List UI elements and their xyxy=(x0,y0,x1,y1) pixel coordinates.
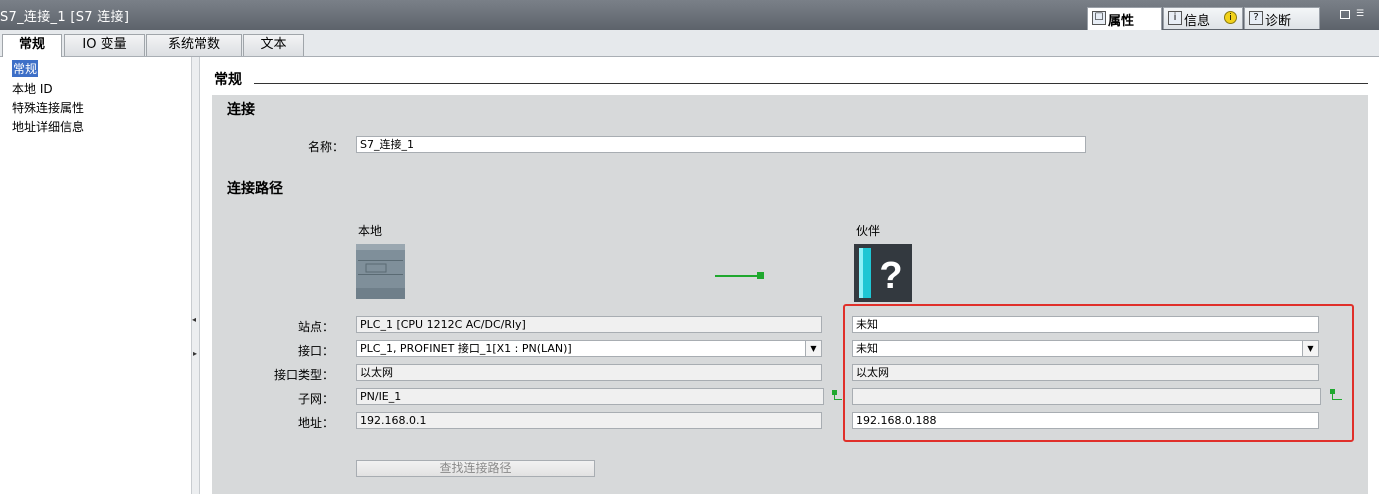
local-interface-type-field: 以太网 xyxy=(356,364,822,381)
tab-strip: 常规 IO 变量 系统常数 文本 xyxy=(0,30,1379,57)
subnet-link-icon xyxy=(832,389,842,400)
tab-system-constants[interactable]: 系统常数 xyxy=(146,34,242,56)
tab-texts[interactable]: 文本 xyxy=(243,34,304,56)
local-interface-select[interactable]: PLC_1, PROFINET 接口_1[X1 : PN(LAN)] ▼ xyxy=(356,340,822,357)
section-connection-title: 连接 xyxy=(227,102,255,118)
page-title: 常规 xyxy=(214,72,242,88)
partner-title: 伙伴 xyxy=(856,224,881,238)
tab-properties[interactable]: ☐ 属性 xyxy=(1087,7,1162,30)
local-plc-icon xyxy=(356,244,405,299)
chevron-down-icon[interactable]: ▼ xyxy=(805,341,821,356)
connection-line xyxy=(715,275,760,277)
expand-right-icon[interactable]: ▸ xyxy=(193,349,197,358)
section-path-title: 连接路径 xyxy=(227,181,283,197)
nav-panel: 常规 本地 ID 特殊连接属性 地址详细信息 xyxy=(0,57,191,494)
name-label: 名称： xyxy=(307,140,344,154)
nav-item-general[interactable]: 常规 xyxy=(12,60,39,77)
nav-item-special-properties[interactable]: 特殊连接属性 xyxy=(12,99,84,116)
window-title: S7_连接_1 [S7 连接] xyxy=(0,10,130,25)
splitter[interactable]: ◂ ▸ xyxy=(191,57,200,494)
interface-label: 接口： xyxy=(297,344,334,358)
nav-item-local-id[interactable]: 本地 ID xyxy=(12,80,53,97)
local-address-field: 192.168.0.1 xyxy=(356,412,822,429)
title-divider xyxy=(254,83,1368,84)
info-badge-icon: i xyxy=(1224,11,1237,24)
title-bar: S7_连接_1 [S7 连接] ☐ 属性 i 信息 i ? 诊断 ☰ xyxy=(0,0,1379,30)
diagnostics-icon: ? xyxy=(1249,11,1263,25)
collapse-left-icon[interactable]: ◂ xyxy=(192,315,196,324)
local-title: 本地 xyxy=(358,224,383,238)
connection-port-icon xyxy=(757,272,764,279)
tab-diagnostics[interactable]: ? 诊断 xyxy=(1244,7,1320,29)
info-icon: i xyxy=(1168,11,1182,25)
local-interface-value: PLC_1, PROFINET 接口_1[X1 : PN(LAN)] xyxy=(360,342,572,355)
tab-io-tags[interactable]: IO 变量 xyxy=(64,34,145,56)
restore-icon[interactable] xyxy=(1340,10,1350,19)
station-label: 站点： xyxy=(297,320,334,334)
properties-icon: ☐ xyxy=(1092,11,1106,25)
local-subnet-field: PN/IE_1 xyxy=(356,388,824,405)
find-connection-path-button[interactable]: 查找连接路径 xyxy=(356,460,595,477)
subnet-label: 子网： xyxy=(297,392,334,406)
nav-item-address-details[interactable]: 地址详细信息 xyxy=(12,118,84,135)
interface-type-label: 接口类型： xyxy=(273,368,334,382)
menu-icon[interactable]: ☰ xyxy=(1356,10,1368,19)
unknown-device-icon: ? xyxy=(854,244,912,302)
address-label: 地址： xyxy=(297,416,334,430)
tab-general[interactable]: 常规 xyxy=(2,34,62,57)
local-station-field: PLC_1 [CPU 1212C AC/DC/Rly] xyxy=(356,316,822,333)
partner-highlight-box xyxy=(843,304,1354,442)
name-input[interactable]: S7_连接_1 xyxy=(356,136,1086,153)
svg-text:?: ? xyxy=(879,255,902,297)
tab-info[interactable]: i 信息 i xyxy=(1163,7,1243,29)
